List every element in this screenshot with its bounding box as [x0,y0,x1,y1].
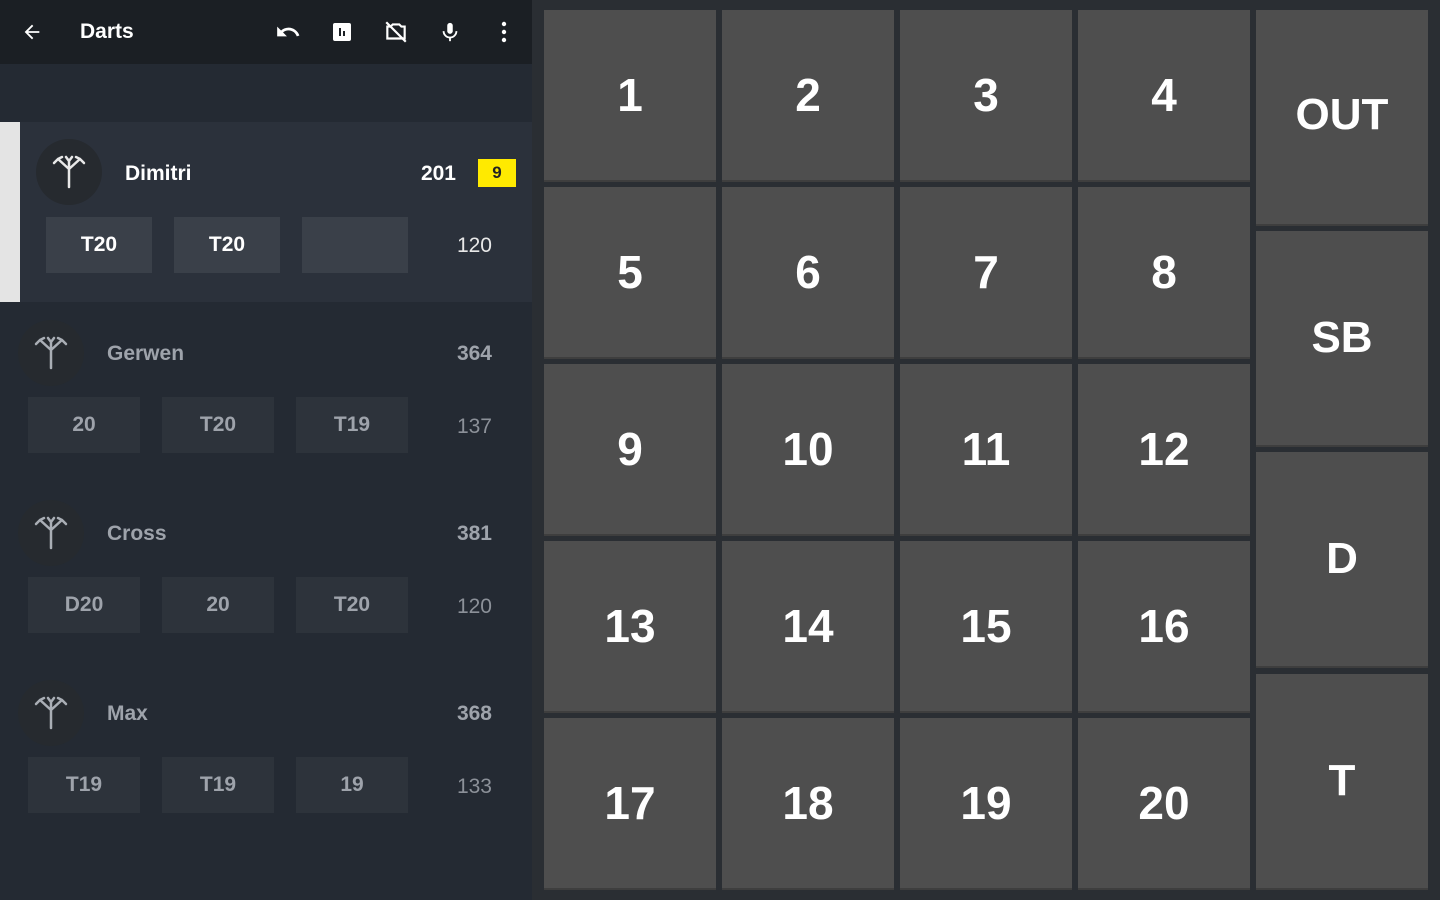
dart-throw-3[interactable] [302,217,408,273]
key-19[interactable]: 19 [900,718,1072,890]
key-13[interactable]: 13 [544,541,716,713]
dart-avatar-icon [36,139,102,205]
player-score: 368 [456,702,492,725]
key-20[interactable]: 20 [1078,718,1250,890]
round-total: 120 [456,595,492,618]
double-button[interactable]: D [1256,452,1428,668]
score-keypad: 1 2 3 4 5 6 7 8 9 10 11 12 13 14 15 16 1… [532,0,1440,900]
dart-throw-2[interactable]: T20 [162,397,274,453]
player-name: Max [107,702,148,725]
dart-throw-2[interactable]: T20 [174,217,280,273]
player-name: Dimitri [125,162,192,185]
scoreboard-icon[interactable] [324,14,360,50]
player-row-active[interactable]: Dimitri 201 9 T20 T20 120 [0,122,532,302]
key-5[interactable]: 5 [544,187,716,359]
key-9[interactable]: 9 [544,364,716,536]
key-10[interactable]: 10 [722,364,894,536]
dart-throw-1[interactable]: T19 [28,757,140,813]
key-14[interactable]: 14 [722,541,894,713]
darts-count-badge: 9 [478,159,516,187]
dart-throw-2[interactable]: 20 [162,577,274,633]
app-title: Darts [80,20,134,43]
player-score: 364 [456,342,492,365]
key-7[interactable]: 7 [900,187,1072,359]
player-score: 381 [456,522,492,545]
round-total: 120 [456,234,492,257]
dart-throw-1[interactable]: 20 [28,397,140,453]
dart-throw-1[interactable]: T20 [46,217,152,273]
dart-throw-2[interactable]: T19 [162,757,274,813]
player-row[interactable]: Max 368 T19 T19 19 133 [0,678,532,838]
key-1[interactable]: 1 [544,10,716,182]
triple-button[interactable]: T [1256,674,1428,890]
key-11[interactable]: 11 [900,364,1072,536]
round-total: 137 [456,415,492,438]
round-total: 133 [456,775,492,798]
key-4[interactable]: 4 [1078,10,1250,182]
player-name: Gerwen [107,342,185,365]
active-player-indicator [0,122,20,302]
dart-throw-3[interactable]: 19 [296,757,408,813]
dart-avatar-icon [18,500,84,566]
key-2[interactable]: 2 [722,10,894,182]
dart-avatar-icon [18,680,84,746]
dart-throw-3[interactable]: T20 [296,577,408,633]
player-name: Cross [107,522,167,545]
player-row[interactable]: Cross 381 D20 20 T20 120 [0,498,532,658]
no-camera-icon[interactable] [378,14,414,50]
scoreboard-panel: Darts Dimitri 201 9 T20 T20 120 Gerwen 3… [0,0,532,900]
player-row[interactable]: Gerwen 364 20 T20 T19 137 [0,318,532,478]
microphone-icon[interactable] [432,14,468,50]
key-18[interactable]: 18 [722,718,894,890]
app-bar: Darts [0,0,532,64]
player-score: 201 [420,162,456,185]
single-bull-button[interactable]: SB [1256,231,1428,447]
more-vert-icon[interactable] [486,14,522,50]
key-15[interactable]: 15 [900,541,1072,713]
back-arrow-icon[interactable] [14,14,50,50]
dart-avatar-icon [18,320,84,386]
out-button[interactable]: OUT [1256,10,1428,226]
darts-app: Darts Dimitri 201 9 T20 T20 120 Gerwen 3… [0,0,1440,900]
key-3[interactable]: 3 [900,10,1072,182]
key-17[interactable]: 17 [544,718,716,890]
dart-throw-3[interactable]: T19 [296,397,408,453]
key-6[interactable]: 6 [722,187,894,359]
undo-icon[interactable] [270,14,306,50]
key-16[interactable]: 16 [1078,541,1250,713]
key-8[interactable]: 8 [1078,187,1250,359]
key-12[interactable]: 12 [1078,364,1250,536]
dart-throw-1[interactable]: D20 [28,577,140,633]
